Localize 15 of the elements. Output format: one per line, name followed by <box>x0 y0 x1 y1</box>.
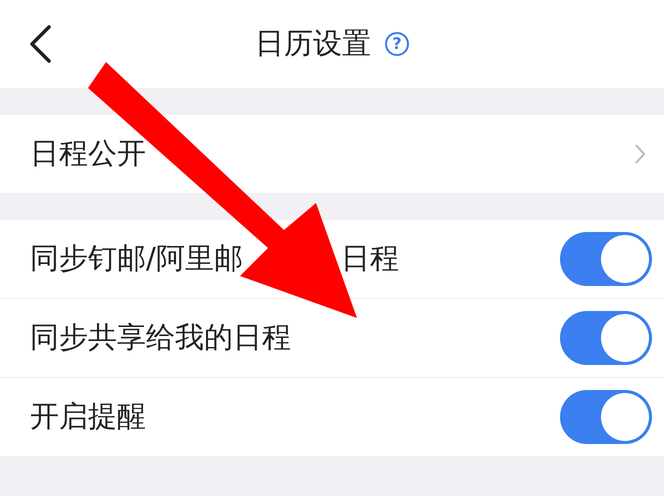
toggle-switch[interactable] <box>560 311 652 365</box>
row-label: 开启提醒 <box>30 398 146 435</box>
row-label: 同步共享给我的日程 <box>30 319 291 356</box>
toggle-switch[interactable] <box>560 232 652 286</box>
back-icon[interactable] <box>28 24 52 64</box>
settings-row[interactable]: 日程公开 <box>0 115 664 193</box>
toggle-switch[interactable] <box>560 390 652 444</box>
row-label: 日程公开 <box>30 135 146 172</box>
settings-row[interactable]: 开启提醒 <box>0 378 664 456</box>
row-label: 日程 <box>340 240 399 277</box>
row-label: 同步钉邮/阿里邮 <box>30 240 243 277</box>
help-icon[interactable]: ? <box>385 32 409 56</box>
settings-row[interactable]: 同步共享给我的日程 <box>0 299 664 378</box>
page-title: 日历设置 <box>255 25 371 62</box>
chevron-icon <box>634 143 646 165</box>
